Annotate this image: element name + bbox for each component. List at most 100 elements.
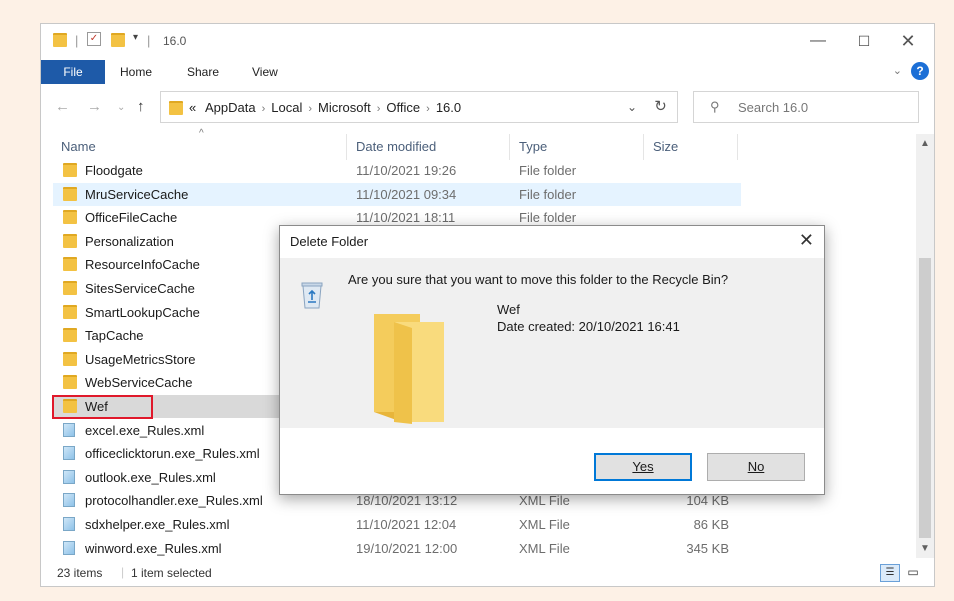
xml-file-icon (63, 493, 75, 508)
minimize-button[interactable]: — (798, 30, 838, 52)
address-prefix: « (189, 100, 197, 115)
recent-locations-icon[interactable]: ⌄ (117, 102, 125, 113)
column-divider (346, 134, 347, 160)
dialog-item-name: Wef (497, 302, 520, 317)
breadcrumb-local[interactable]: Local (271, 100, 302, 115)
vertical-scrollbar[interactable]: ▲ ▼ (916, 134, 934, 558)
file-size: 86 KB (693, 517, 729, 532)
separator: | (75, 33, 79, 48)
folder-icon (63, 257, 77, 272)
file-name: Floodgate (85, 163, 143, 178)
folder-icon (169, 101, 183, 115)
dialog-close-button[interactable]: ✕ (799, 230, 814, 251)
scrollbar-thumb[interactable] (919, 258, 931, 538)
file-date: 11/10/2021 19:26 (356, 163, 457, 178)
window-title: 16.0 (163, 34, 187, 48)
back-arrow-icon[interactable]: ← (55, 98, 70, 115)
status-bar: 23 items | 1 item selected ☰ ▭ (41, 560, 934, 586)
column-divider (509, 134, 510, 160)
file-name: officeclicktorun.exe_Rules.xml (85, 446, 260, 462)
file-name: SmartLookupCache (85, 304, 200, 320)
search-icon: ⚲ (710, 99, 720, 114)
properties-icon[interactable]: ✓ (87, 32, 101, 46)
folder-icon (63, 233, 77, 248)
forward-arrow-icon[interactable]: → (87, 98, 102, 115)
dialog-item-date: Date created: 20/10/2021 16:41 (497, 319, 680, 334)
folder-icon (63, 210, 77, 225)
scroll-down-icon[interactable]: ▼ (916, 543, 934, 554)
delete-folder-dialog: Delete Folder ✕ Are you sure that you wa… (279, 225, 825, 495)
file-name: UsageMetricsStore (85, 351, 196, 367)
scroll-up-icon[interactable]: ▲ (916, 138, 934, 149)
recycle-bin-icon (301, 282, 323, 309)
chevron-right-icon: › (261, 103, 266, 115)
maximize-button[interactable]: ☐ (844, 30, 884, 52)
file-type: File folder (519, 186, 577, 202)
chevron-right-icon: › (376, 103, 381, 115)
breadcrumb-16[interactable]: 16.0 (436, 100, 461, 115)
file-name: outlook.exe_Rules.xml (85, 469, 216, 485)
folder-icon (63, 304, 77, 319)
folder-icon (63, 163, 77, 177)
tab-share[interactable]: Share (187, 65, 219, 79)
chevron-right-icon: › (426, 103, 430, 115)
column-header-size[interactable]: Size (653, 139, 678, 154)
file-size: 345 KB (686, 540, 729, 556)
close-button[interactable]: ✕ (888, 30, 928, 52)
folder-icon (63, 351, 77, 366)
folder-icon (63, 375, 77, 390)
folder-icon (63, 281, 77, 295)
title-bar: | ✓ ▾ | 16.0 — ☐ ✕ (41, 24, 934, 58)
file-row[interactable]: sdxhelper.exe_Rules.xml 11/10/2021 12:04 X… (53, 513, 741, 536)
up-arrow-icon[interactable]: ↑ (137, 98, 145, 115)
new-folder-icon[interactable] (111, 33, 125, 47)
yes-label: Yes (632, 459, 654, 474)
navigation-bar: ← → ⌄ ↑ « AppData › Local › Microsoft › Office… (41, 88, 934, 128)
xml-file-icon (63, 540, 75, 555)
help-icon[interactable]: ? (911, 62, 929, 80)
no-button[interactable]: No (707, 453, 805, 481)
file-type: XML File (519, 517, 570, 532)
ribbon-tabs: File Home Share View ⌄ ? (41, 58, 934, 86)
yes-button[interactable]: Yes (594, 453, 692, 481)
dialog-title: Delete Folder (290, 234, 369, 249)
details-view-icon[interactable]: ☰ (880, 564, 900, 582)
search-box[interactable]: ⚲ Search 16.0 (693, 91, 919, 123)
address-dropdown-icon[interactable]: ⌄ (627, 100, 637, 114)
file-date: 11/10/2021 09:34 (356, 186, 457, 202)
address-bar[interactable]: « AppData › Local › Microsoft › Office › 16.0 ⌄ (160, 91, 678, 123)
breadcrumb-appdata[interactable]: AppData (205, 100, 256, 115)
file-name: SitesServiceCache (85, 281, 195, 296)
file-name: protocolhandler.exe_Rules.xml (85, 493, 263, 509)
column-header-type[interactable]: Type (519, 139, 547, 154)
search-placeholder: Search 16.0 (738, 100, 809, 115)
file-date: 11/10/2021 12:04 (356, 517, 457, 532)
file-type: File folder (519, 163, 577, 178)
file-type: XML File (519, 540, 570, 556)
expand-ribbon-icon[interactable]: ⌄ (893, 64, 902, 77)
xml-file-icon (63, 446, 75, 461)
file-name: Personalization (85, 233, 174, 249)
refresh-button[interactable]: ↻ (644, 91, 678, 123)
tab-file[interactable]: File (41, 60, 105, 84)
column-header-name[interactable]: Name (61, 139, 96, 154)
file-row[interactable]: winword.exe_Rules.xml 19/10/2021 12:00 XML… (53, 537, 741, 560)
large-folder-icon (374, 314, 444, 424)
breadcrumb-office[interactable]: Office (386, 100, 420, 115)
file-row[interactable]: Floodgate 11/10/2021 19:26 File folder (53, 159, 741, 182)
breadcrumb-microsoft[interactable]: Microsoft (318, 100, 371, 115)
customize-toolbar-icon[interactable]: ▾ (133, 32, 138, 48)
breadcrumb: AppData › Local › Microsoft › Office › 16.0 (205, 100, 461, 115)
file-name: winword.exe_Rules.xml (85, 540, 222, 556)
tab-view[interactable]: View (252, 65, 278, 79)
file-row[interactable]: MruServiceCache 11/10/2021 09:34 File fold… (53, 182, 741, 206)
no-label: No (747, 459, 765, 474)
tab-home[interactable]: Home (120, 65, 152, 79)
selection-count: 1 item selected (131, 566, 212, 580)
xml-file-icon (63, 517, 75, 531)
column-header-date[interactable]: Date modified (356, 139, 436, 154)
file-type: File folder (519, 210, 577, 226)
large-icons-view-icon[interactable]: ▭ (904, 564, 922, 580)
file-date: 18/10/2021 13:12 (356, 493, 458, 509)
file-name: TapCache (85, 328, 144, 344)
